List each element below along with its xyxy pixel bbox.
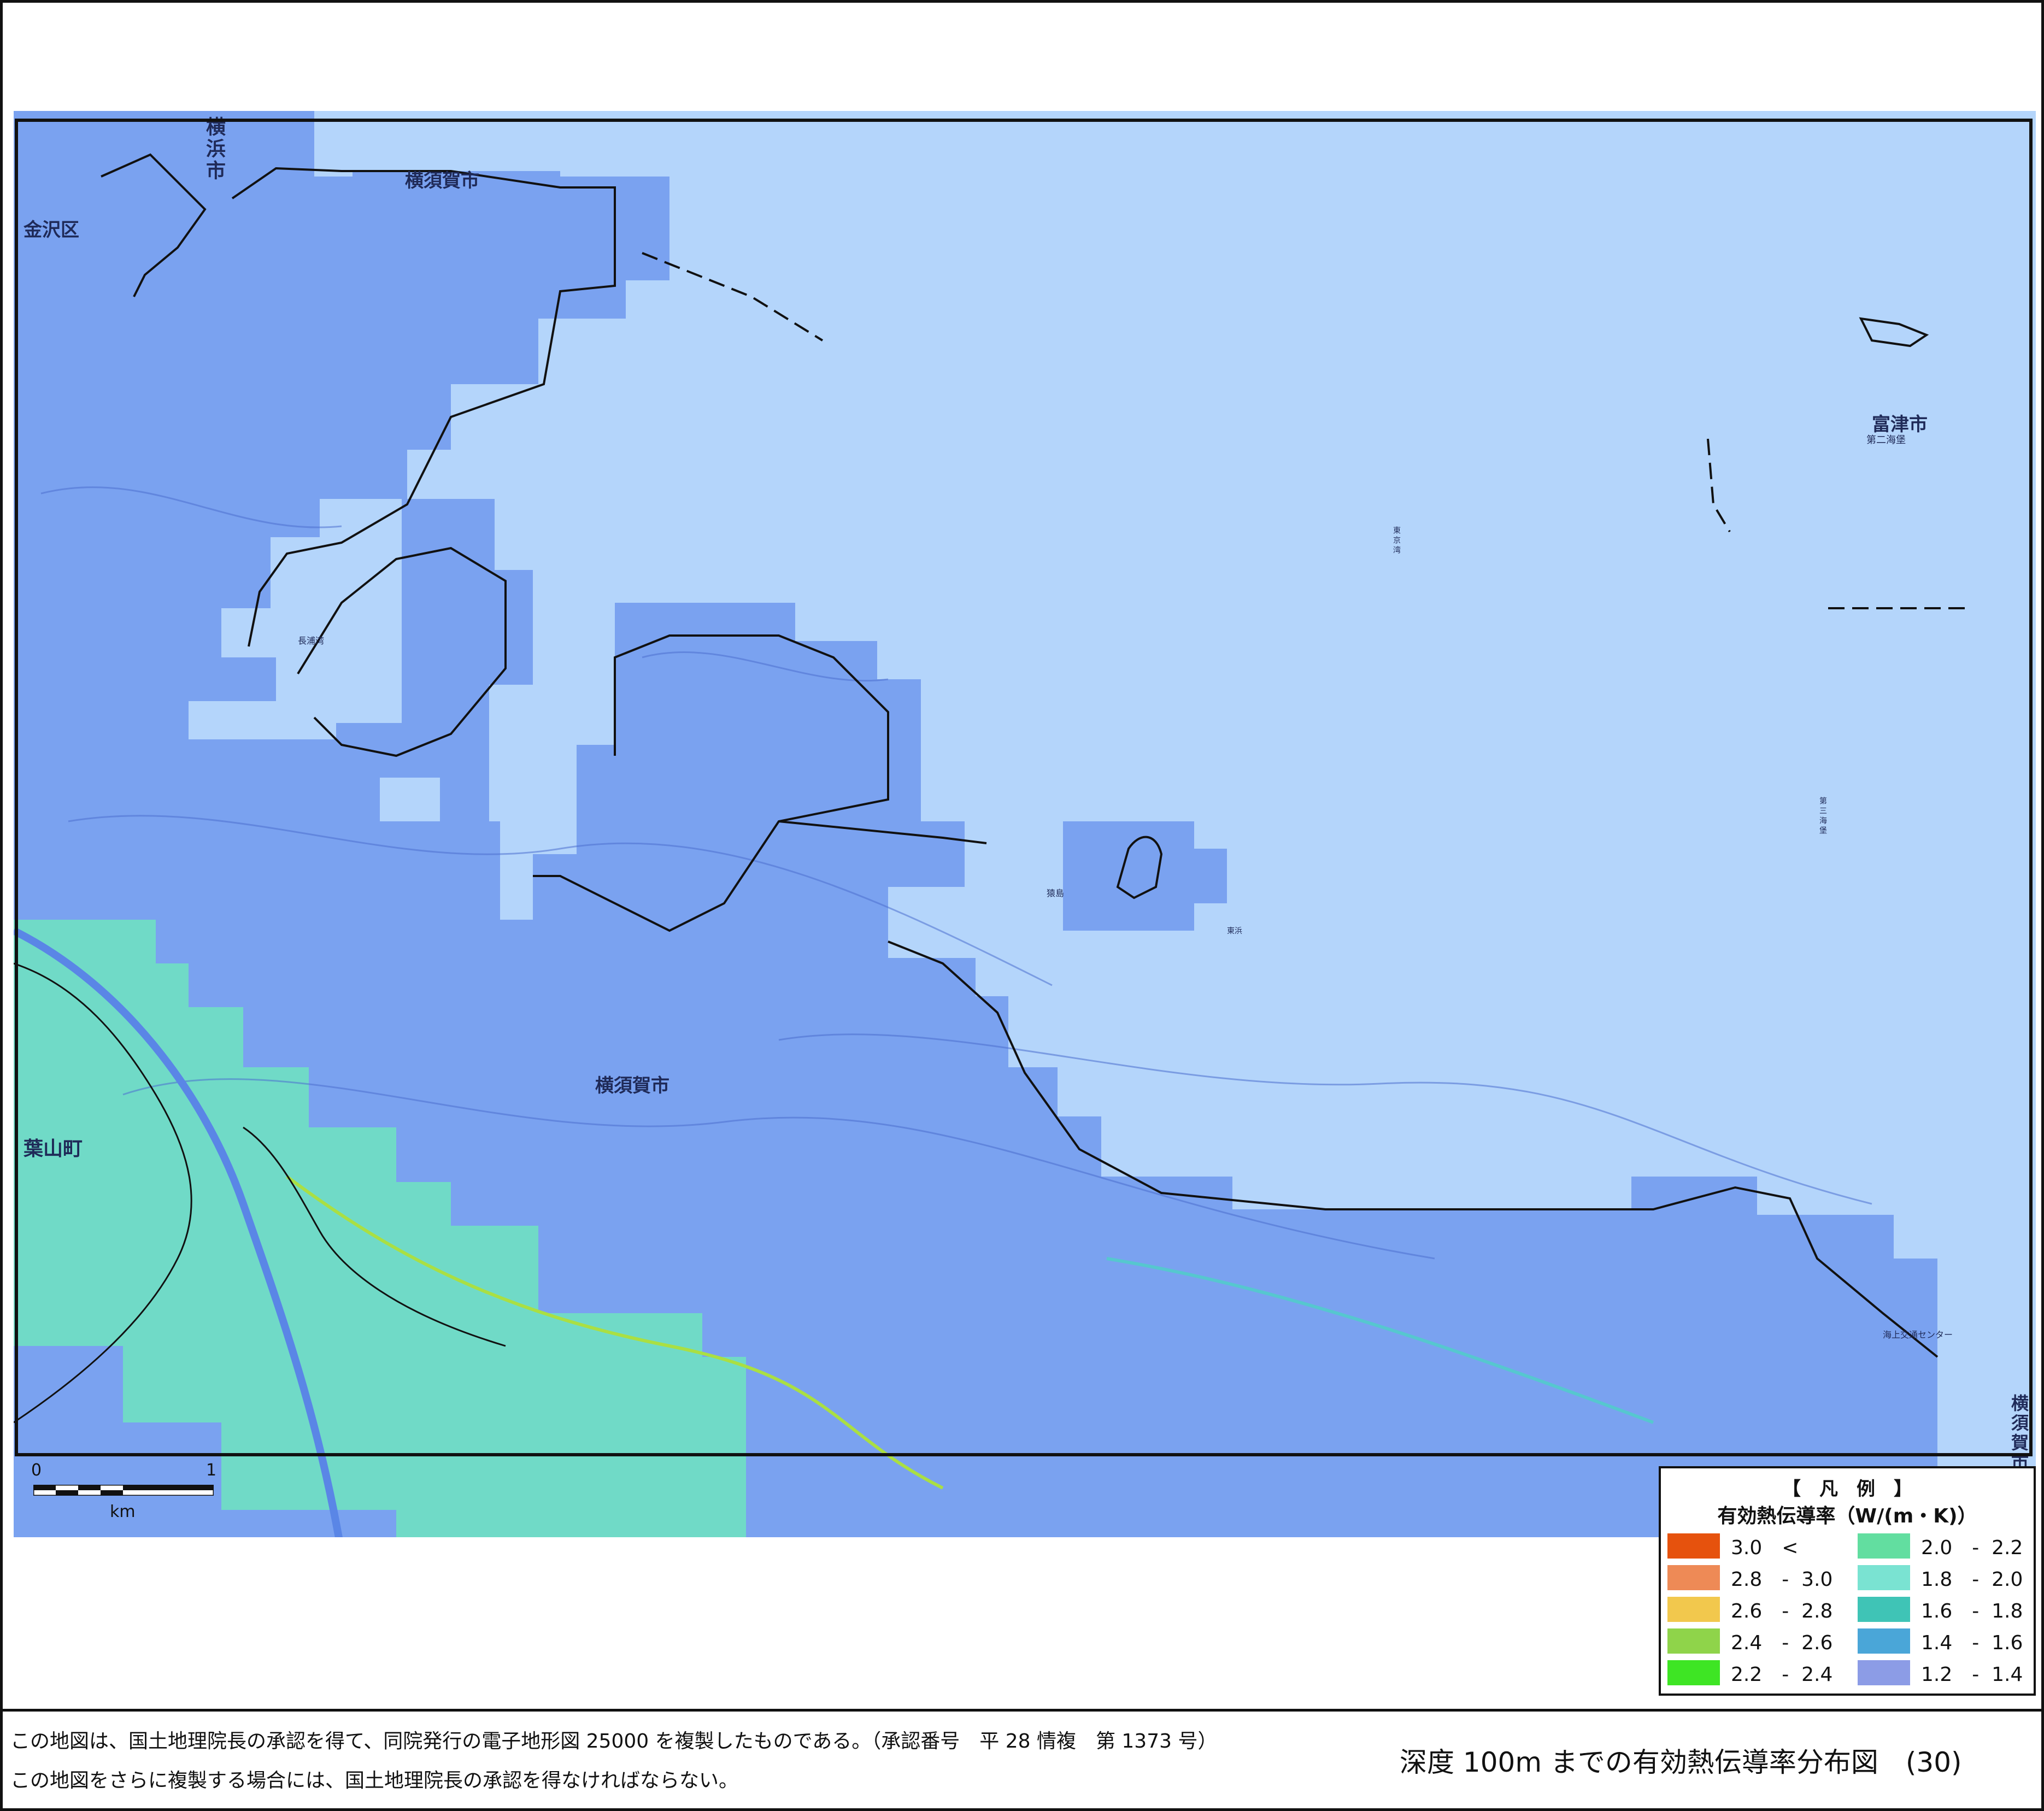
legend-item: 2.2 - 2.4: [1667, 1660, 1832, 1686]
legend-label: 1.8 - 2.0: [1921, 1568, 2023, 1591]
map-graphic: [14, 111, 2036, 1537]
legend-item: 1.2 - 1.4: [1858, 1660, 2023, 1686]
label-yokohama-city: 横浜市: [203, 116, 225, 182]
legend-column-low: 2.0 - 2.2 1.8 - 2.0 1.6 - 1.8 1.4 - 1.6 …: [1858, 1533, 2023, 1691]
legend-label: 2.2 - 2.4: [1731, 1663, 1833, 1686]
scale-zero: 0: [31, 1461, 42, 1480]
legend-swatch: [1858, 1660, 1910, 1685]
legend-label: 2.0 - 2.2: [1921, 1537, 2023, 1559]
legend-item: 2.4 - 2.6: [1667, 1628, 1832, 1654]
label-tokyo-bay: 東京湾: [1392, 526, 1401, 556]
legend-swatch: [1667, 1628, 1720, 1654]
legend-label: 1.2 - 1.4: [1921, 1663, 2023, 1686]
label-nagaura: 長浦湾: [298, 636, 325, 646]
legend-label: 3.0 <: [1731, 1537, 1799, 1559]
legend-swatch: [1858, 1565, 1910, 1590]
label-dai2-kaiho: 第二海堡: [1866, 434, 1906, 446]
credit-reproduction-text: この地図をさらに複製する場合には、国土地理院長の承認を得なければならない。: [10, 1769, 739, 1792]
label-hayama-town: 葉山町: [24, 1138, 83, 1160]
legend-item: 1.8 - 2.0: [1858, 1565, 2023, 1591]
scale-bar-graphic: [33, 1485, 214, 1496]
label-higashi-hama: 東浜: [1227, 927, 1242, 936]
map-title: 深度 100m までの有効熱伝導率分布図 (30): [1400, 1747, 1962, 1778]
label-sea-center: 海上交通センター: [1883, 1330, 1953, 1340]
scale-bar: 0 1 km: [22, 1456, 241, 1522]
footer-divider: [3, 1709, 2041, 1712]
legend-title: 【 凡 例 】: [1782, 1478, 1912, 1500]
legend-label: 2.8 - 3.0: [1731, 1568, 1833, 1591]
legend-swatch: [1667, 1660, 1720, 1685]
label-yokosuka-north: 横須賀市: [405, 170, 479, 192]
legend-swatch: [1858, 1597, 1910, 1622]
legend-label: 1.6 - 1.8: [1921, 1600, 2023, 1622]
legend: 【 凡 例 】 有効熱伝導率（W/(m・K)） 3.0 < 2.8 - 3.0 …: [1659, 1466, 2036, 1696]
label-yokosuka-edge: 横須賀市: [2008, 1394, 2029, 1473]
legend-swatch: [1667, 1597, 1720, 1622]
legend-item: 2.6 - 2.8: [1667, 1596, 1832, 1622]
legend-swatch: [1667, 1565, 1720, 1590]
scale-one: 1: [206, 1461, 217, 1480]
legend-item: 2.0 - 2.2: [1858, 1533, 2023, 1559]
legend-label: 2.4 - 2.6: [1731, 1632, 1833, 1654]
label-sarushima: 猿島: [1047, 888, 1065, 898]
map-area[interactable]: 横浜市 横須賀市 金沢区 富津市 第二海堡 第三海堡 東京湾 猿島 長浦湾 横須…: [14, 111, 2036, 1537]
legend-item: 1.6 - 1.8: [1858, 1596, 2023, 1622]
legend-column-high: 3.0 < 2.8 - 3.0 2.6 - 2.8 2.4 - 2.6 2.2 …: [1667, 1533, 1832, 1691]
legend-label: 1.4 - 1.6: [1921, 1632, 2023, 1654]
label-yokosuka-center: 横須賀市: [595, 1075, 669, 1097]
legend-subtitle: 有効熱伝導率（W/(m・K)）: [1717, 1505, 1977, 1527]
credit-approval-text: この地図は、国土地理院長の承認を得て、同院発行の電子地形図 25000 を複製し…: [10, 1730, 1218, 1753]
label-dai3-kaiho: 第三海堡: [1818, 797, 1827, 836]
scale-unit: km: [110, 1502, 136, 1521]
map-sheet: 横浜市 横須賀市 金沢区 富津市 第二海堡 第三海堡 東京湾 猿島 長浦湾 横須…: [0, 0, 2044, 1811]
label-kanazawa-ward: 金沢区: [24, 219, 79, 241]
legend-swatch: [1858, 1628, 1910, 1654]
legend-item: 1.4 - 1.6: [1858, 1628, 2023, 1654]
legend-item: 2.8 - 3.0: [1667, 1565, 1832, 1591]
legend-swatch: [1858, 1533, 1910, 1559]
legend-item: 3.0 <: [1667, 1533, 1832, 1559]
legend-label: 2.6 - 2.8: [1731, 1600, 1833, 1622]
legend-swatch: [1667, 1533, 1720, 1559]
